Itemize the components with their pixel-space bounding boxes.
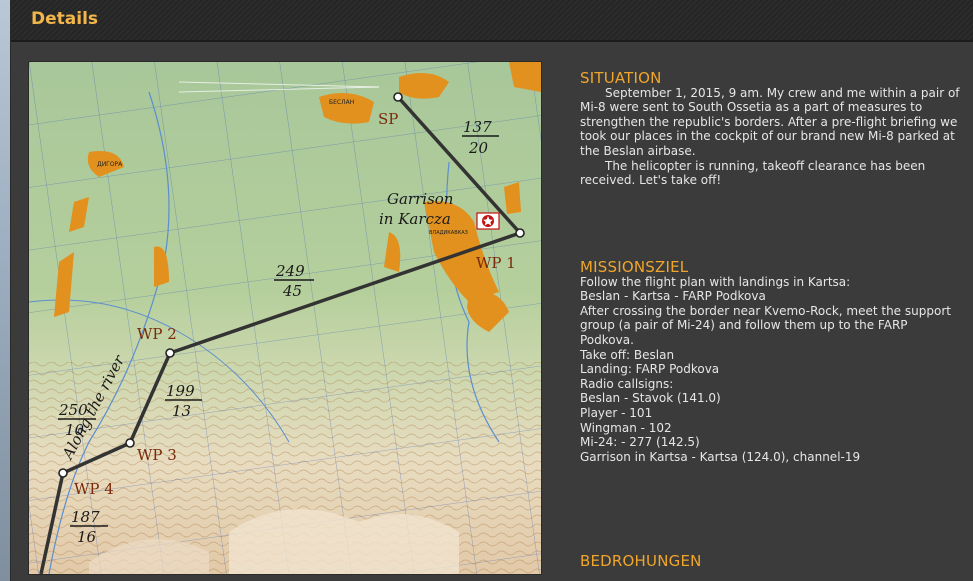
garrison-label-line1: Garrison [387,190,453,208]
digora-label: ДИГОРА [97,161,123,168]
garrison-star-icon [476,212,500,230]
leg3-time: 13 [172,402,191,420]
leg2-heading: 249 [275,262,305,280]
situation-heading: SITUATION [580,69,662,87]
panel-title: Details [31,9,99,29]
vladik-label: ВЛАДИКАВКАЗ [429,230,468,236]
situation-section: SITUATION September 1, 2015, 9 am. My cr… [580,71,960,188]
leg5-heading: 187 [71,508,100,526]
map-svg: БЕСЛАН ДИГОРА ВЛАДИКАВКАЗ SP WP 1 WP 2 W… [29,62,541,574]
threats-section: BEDROHUNGEN [580,554,960,569]
mission-heading: MISSIONSZIEL [580,258,689,276]
radio-line: Beslan - Stavok (141.0) [580,391,721,406]
waypoint-label-2: WP 2 [137,325,177,343]
briefing-text: SITUATION September 1, 2015, 9 am. My cr… [580,60,960,581]
waypoint-4-marker [58,468,68,478]
landing-line: Landing: FARP Podkova [580,362,720,377]
takeoff-line: Take off: Beslan [580,347,675,362]
mission-section: MISSIONSZIEL Follow the flight plan with… [580,260,960,464]
radio-line: Garrison in Kartsa - Kartsa (124.0), cha… [580,449,861,464]
leg1-heading: 137 [463,118,492,136]
situation-paragraph-2: The helicopter is running, takeoff clear… [580,158,926,188]
title-bar: Details [11,0,973,42]
mission-line-3: After crossing the border near Kvemo-Roc… [580,303,951,347]
waypoint-1-marker [515,228,525,238]
garrison-label-line2: in Karcza [379,210,451,228]
waypoint-2-marker [165,348,175,358]
leg3-heading: 199 [166,382,195,400]
radio-line: Wingman - 102 [580,420,672,435]
waypoint-label-1: WP 1 [476,254,516,272]
radio-line: Player - 101 [580,405,653,420]
situation-paragraph-1: September 1, 2015, 9 am. My crew and me … [580,85,960,158]
leg1-time: 20 [468,139,489,157]
waypoint-3-marker [125,438,135,448]
radio-line: Mi-24: - 277 (142.5) [580,435,700,450]
mission-map[interactable]: БЕСЛАН ДИГОРА ВЛАДИКАВКАЗ SP WP 1 WP 2 W… [28,61,542,575]
mission-line-1: Follow the flight plan with landings in … [580,274,851,289]
waypoint-sp-marker [393,92,403,102]
leg5-time: 16 [77,528,97,546]
mission-line-2: Beslan - Kartsa - FARP Podkova [580,289,766,304]
waypoint-label-sp: SP [378,110,398,128]
waypoint-label-3: WP 3 [137,446,177,464]
radio-callsigns-title: Radio callsigns: [580,376,674,391]
leg2-time: 45 [282,282,302,300]
waypoint-label-4: WP 4 [74,480,114,498]
beslan-label: БЕСЛАН [329,99,354,106]
threats-heading: BEDROHUNGEN [580,552,702,570]
details-panel: Details БЕСЛАН ДИГОРА ВЛАДИКАВКАЗ SP WP … [10,0,973,581]
leg4-time: 10 [65,421,85,439]
leg4-heading: 250 [58,401,88,419]
